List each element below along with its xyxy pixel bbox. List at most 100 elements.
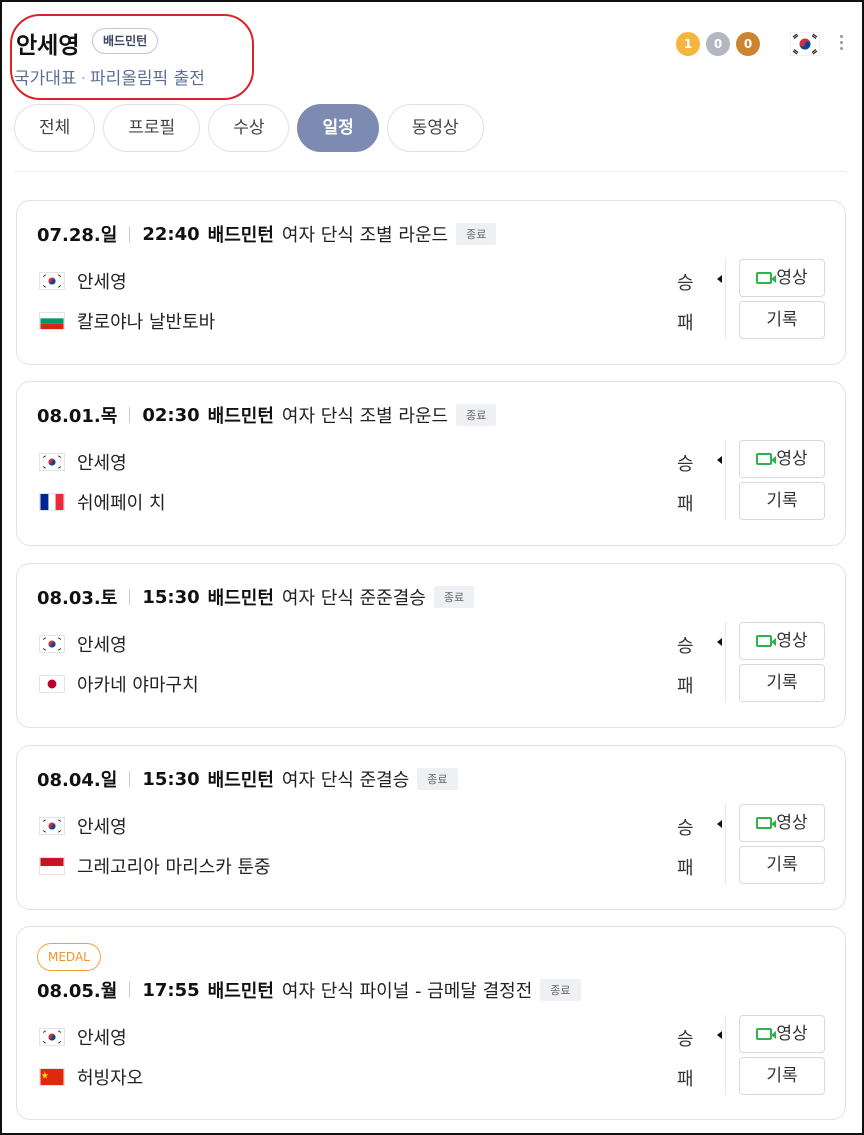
player-row: 안세영	[39, 1024, 127, 1050]
match-date: 08.03.토	[37, 588, 118, 609]
video-camera-icon	[756, 635, 777, 647]
athlete-subtitle: 국가대표 · 파리올림픽 출전	[14, 64, 205, 89]
vertical-divider	[725, 1015, 726, 1095]
korea-flag-icon	[39, 817, 65, 835]
result-loss: 패	[677, 313, 694, 334]
winner-caret-icon	[717, 275, 722, 283]
match-time: 02:30	[142, 404, 200, 426]
video-button-label: 영상	[776, 1024, 808, 1044]
record-button[interactable]: 기록	[739, 482, 825, 520]
match-time: 15:30	[142, 768, 200, 790]
record-button[interactable]: 기록	[739, 664, 825, 702]
header-separator	[129, 771, 131, 787]
athlete-name[interactable]: 안세영	[16, 26, 79, 60]
korea-flag-icon	[39, 453, 65, 471]
video-camera-icon	[756, 817, 777, 829]
match-card: 07.28.일 22:40 배드민턴 여자 단식 조별 라운드 종료 안세영 칼…	[16, 200, 846, 365]
result-win: 승	[677, 636, 694, 657]
status-badge: 종료	[456, 223, 497, 245]
player-name[interactable]: 안세영	[77, 449, 127, 475]
record-button[interactable]: 기록	[739, 846, 825, 884]
video-button[interactable]: 영상	[739, 440, 825, 478]
status-badge: 종료	[456, 404, 497, 426]
status-badge: 종료	[540, 979, 581, 1001]
video-button-label: 영상	[776, 813, 808, 833]
video-button[interactable]: 영상	[739, 804, 825, 842]
match-event: 여자 단식 파이널 - 금메달 결정전	[281, 981, 533, 1002]
player-name[interactable]: 아카네 야마구치	[77, 671, 199, 697]
record-button[interactable]: 기록	[739, 1057, 825, 1095]
match-card: 08.03.토 15:30 배드민턴 여자 단식 준준결승 종료 안세영 아카네…	[16, 563, 846, 728]
section-divider	[14, 171, 846, 172]
tab-profile[interactable]: 프로필	[103, 104, 201, 152]
tab-all[interactable]: 전체	[14, 104, 96, 152]
tab-awards[interactable]: 수상	[208, 104, 290, 152]
match-header: 08.05.월 17:55 배드민턴 여자 단식 파이널 - 금메달 결정전 종…	[37, 977, 581, 1003]
video-button-label: 영상	[776, 631, 808, 651]
player-name[interactable]: 허빙자오	[77, 1064, 143, 1090]
player-name[interactable]: 안세영	[77, 1024, 127, 1050]
match-date: 08.05.월	[37, 981, 118, 1002]
match-sport: 배드민턴	[207, 225, 274, 246]
gold-medal-count: 1	[676, 32, 700, 56]
vertical-divider	[725, 622, 726, 702]
subtitle-team: 국가대표	[14, 69, 77, 89]
player-row: 그레고리아 마리스카 툰중	[39, 853, 271, 879]
subtitle-separator: ·	[80, 69, 86, 89]
sport-tag[interactable]: 배드민턴	[92, 28, 159, 54]
winner-caret-icon	[717, 1031, 722, 1039]
video-button[interactable]: 영상	[739, 259, 825, 297]
match-card: 08.04.일 15:30 배드민턴 여자 단식 준결승 종료 안세영 그레고리…	[16, 745, 846, 910]
tab-schedule[interactable]: 일정	[297, 104, 379, 152]
video-button[interactable]: 영상	[739, 1015, 825, 1053]
match-header: 07.28.일 22:40 배드민턴 여자 단식 조별 라운드 종료	[37, 221, 497, 247]
indonesia-flag-icon	[39, 857, 65, 875]
header-separator	[129, 982, 131, 998]
player-row: 안세영	[39, 268, 127, 294]
match-header: 08.01.목 02:30 배드민턴 여자 단식 조별 라운드 종료	[37, 402, 497, 428]
match-time: 22:40	[142, 223, 200, 245]
record-button[interactable]: 기록	[739, 301, 825, 339]
status-badge: 종료	[433, 586, 475, 608]
player-name[interactable]: 쉬에페이 치	[77, 489, 166, 515]
tab-bar: 전체 프로필 수상 일정 동영상	[14, 104, 484, 152]
player-row: 허빙자오	[39, 1064, 143, 1090]
player-name[interactable]: 안세영	[77, 268, 127, 294]
video-camera-icon	[756, 453, 777, 465]
match-sport: 배드민턴	[207, 770, 274, 791]
tab-videos[interactable]: 동영상	[386, 104, 484, 152]
header-separator	[129, 407, 131, 423]
france-flag-icon	[39, 493, 65, 511]
korea-flag-icon	[39, 272, 65, 290]
video-button-label: 영상	[776, 268, 808, 288]
header-separator	[129, 589, 131, 605]
result-win: 승	[677, 454, 694, 475]
player-name[interactable]: 안세영	[77, 631, 127, 657]
player-name[interactable]: 그레고리아 마리스카 툰중	[77, 853, 271, 879]
bronze-medal-count: 0	[736, 32, 760, 56]
player-row: 아카네 야마구치	[39, 671, 199, 697]
vertical-divider	[725, 804, 726, 884]
player-name[interactable]: 안세영	[77, 813, 127, 839]
player-row: 안세영	[39, 449, 127, 475]
match-date: 08.04.일	[37, 770, 118, 791]
korea-flag-icon	[39, 635, 65, 653]
result-loss: 패	[677, 494, 694, 515]
player-name[interactable]: 칼로야나 날반토바	[77, 308, 215, 334]
match-time: 15:30	[142, 586, 200, 608]
more-options-icon[interactable]	[836, 32, 846, 56]
player-row: 안세영	[39, 631, 127, 657]
status-badge: 종료	[417, 768, 458, 790]
match-date: 08.01.목	[37, 406, 118, 427]
video-button[interactable]: 영상	[739, 622, 825, 660]
medal-counts: 1 0 0	[676, 32, 760, 56]
winner-caret-icon	[717, 820, 722, 828]
video-button-label: 영상	[776, 449, 808, 469]
japan-flag-icon	[39, 675, 65, 693]
result-win: 승	[677, 273, 694, 294]
result-loss: 패	[677, 1069, 694, 1090]
match-card: 08.01.목 02:30 배드민턴 여자 단식 조별 라운드 종료 안세영 쉬…	[16, 381, 846, 546]
vertical-divider	[725, 440, 726, 520]
silver-medal-count: 0	[706, 32, 730, 56]
match-sport: 배드민턴	[207, 981, 274, 1002]
